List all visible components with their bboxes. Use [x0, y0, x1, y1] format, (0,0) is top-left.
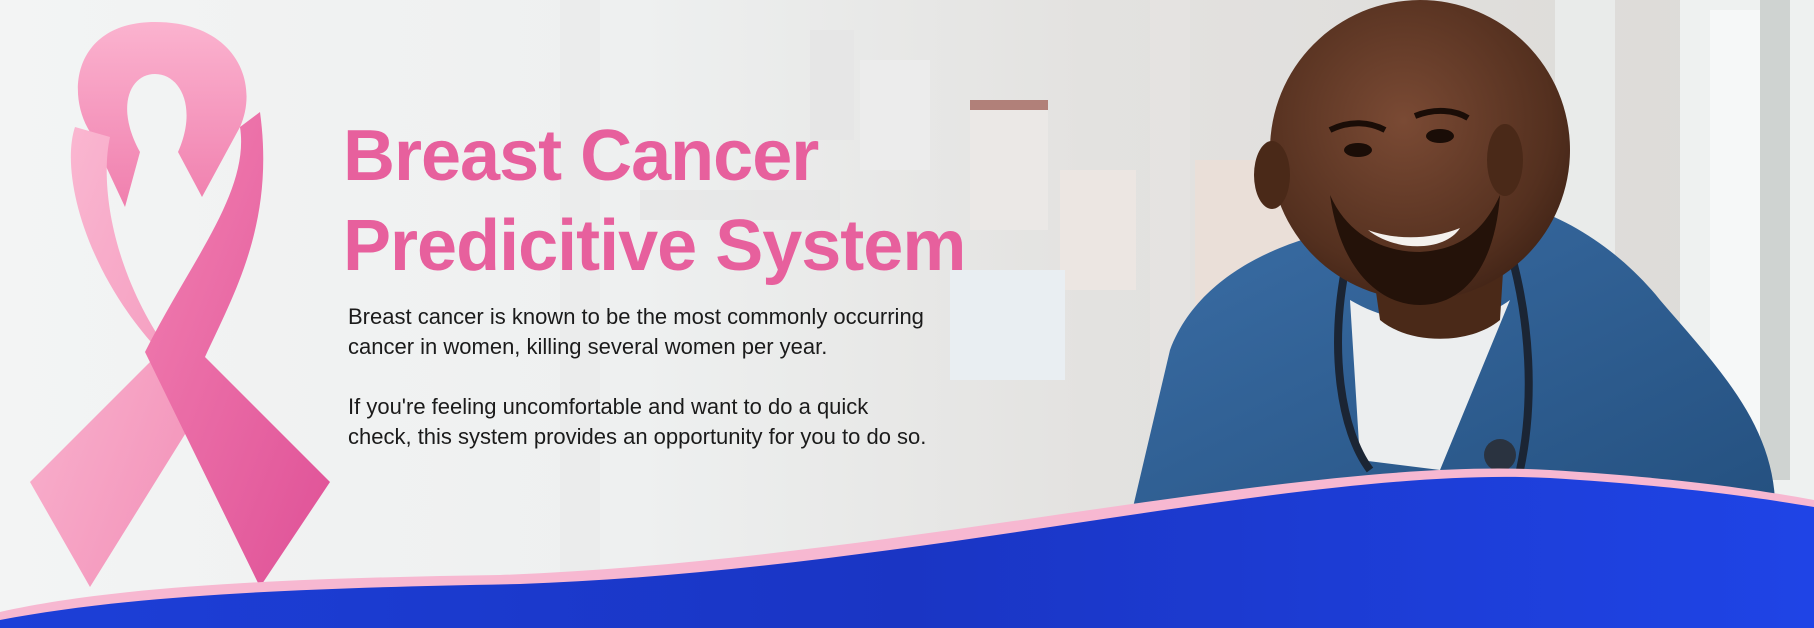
page-title-line-2: Predicitive System — [343, 206, 966, 286]
page-title-line-1: Breast Cancer — [343, 116, 819, 196]
hero-banner: Breast Cancer Predicitive System Breast … — [0, 0, 1814, 628]
intro-paragraph: Breast cancer is known to be the most co… — [348, 302, 1008, 362]
call-to-action-paragraph: If you're feeling uncomfortable and want… — [348, 392, 1008, 452]
intro-paragraph-line-2: cancer in women, killing several women p… — [348, 334, 828, 359]
cta-paragraph-line-1: If you're feeling uncomfortable and want… — [348, 394, 869, 419]
cta-paragraph-line-2: check, this system provides an opportuni… — [348, 424, 927, 449]
intro-paragraph-line-1: Breast cancer is known to be the most co… — [348, 304, 924, 329]
